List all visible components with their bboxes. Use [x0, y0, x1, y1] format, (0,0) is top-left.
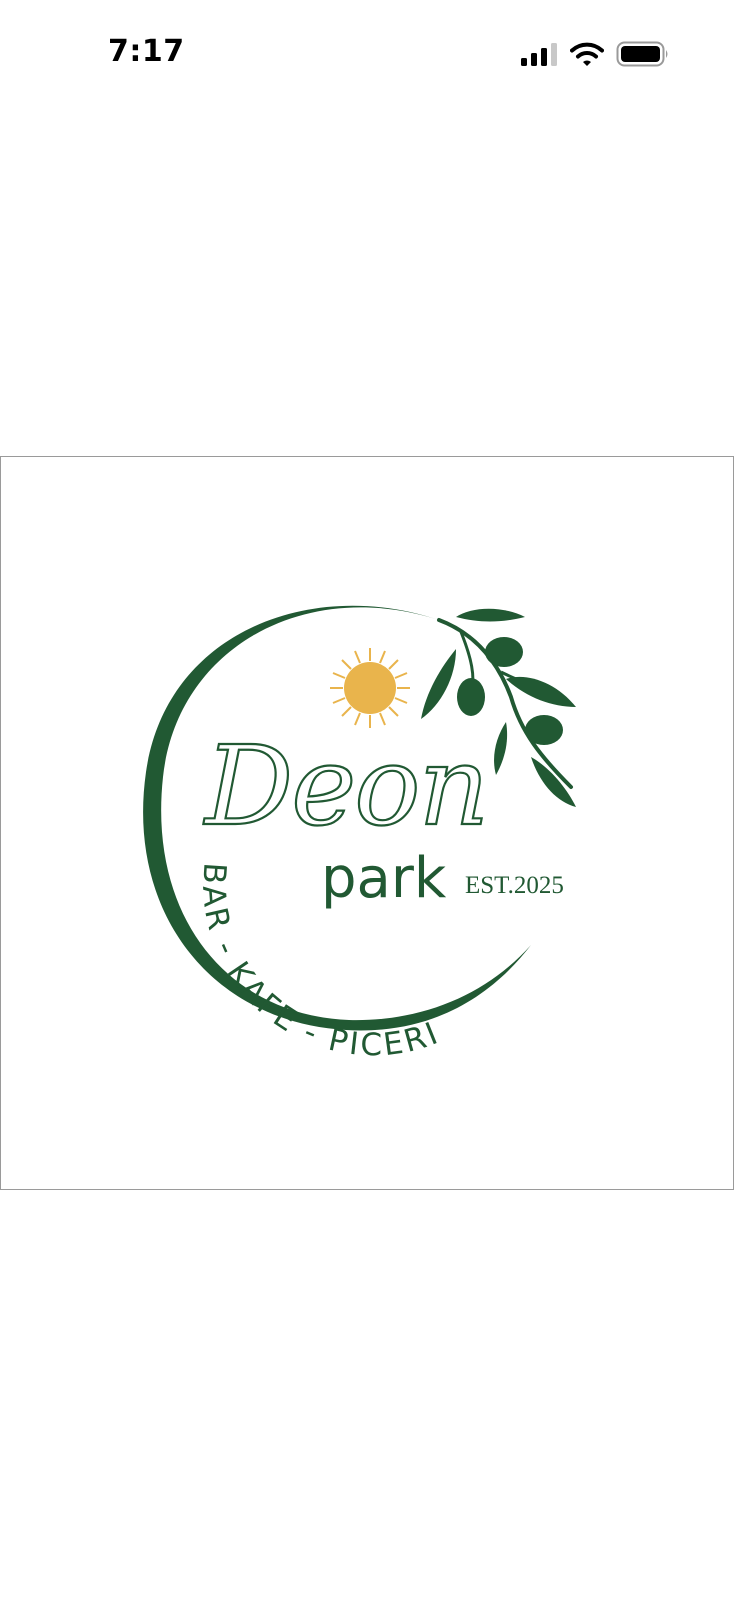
status-icons — [520, 40, 670, 68]
status-time: 7:17 — [108, 34, 185, 69]
battery-icon — [616, 41, 668, 67]
established-label: EST.2025 — [465, 872, 564, 899]
brand-name-park: park — [321, 846, 447, 911]
sun-icon — [330, 648, 410, 728]
wifi-icon — [570, 42, 604, 66]
status-bar: 7:17 — [0, 0, 736, 108]
cellular-signal-icon — [521, 43, 557, 66]
logo-image-frame: Deon park EST.2025 BAR - KAFE - PICERI — [0, 456, 734, 1190]
brand-name-script: Deon — [203, 722, 487, 850]
deon-park-logo: Deon park EST.2025 BAR - KAFE - PICERI — [143, 605, 576, 1063]
